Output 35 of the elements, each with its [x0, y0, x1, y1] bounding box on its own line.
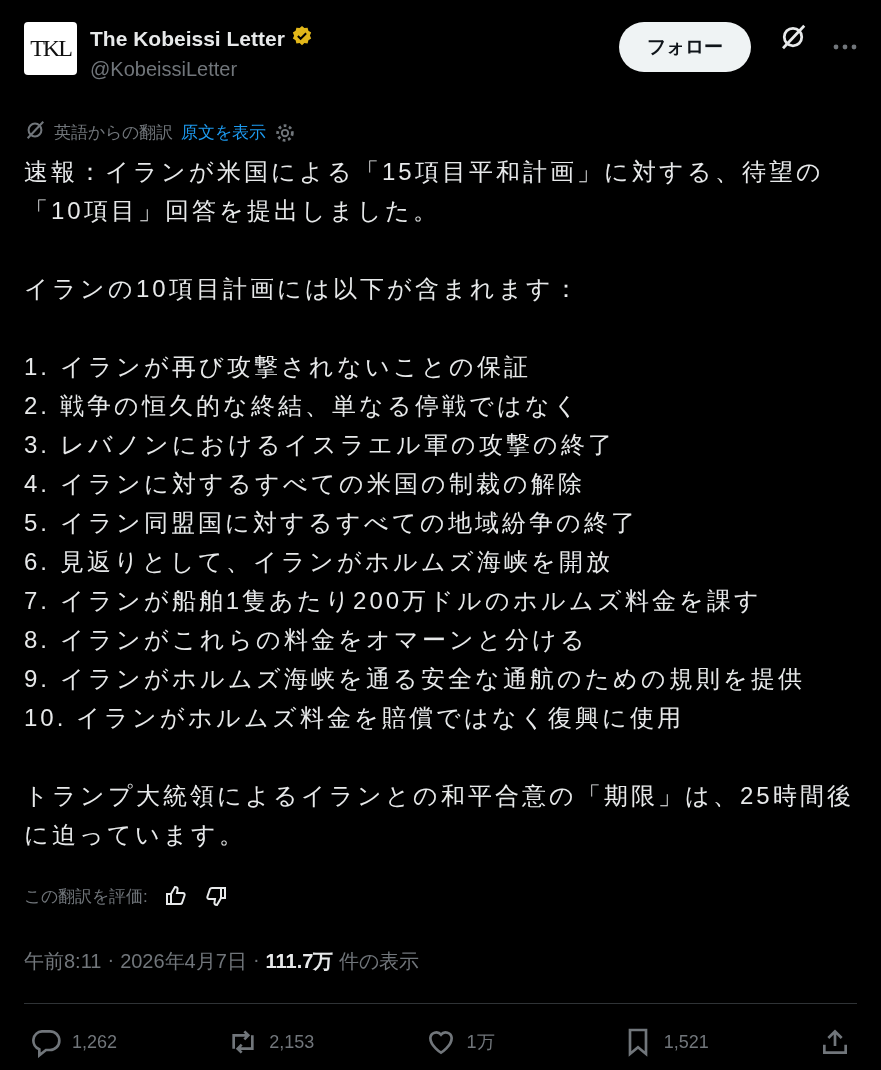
post-date: 2026年4月7日: [120, 949, 247, 974]
separator-dot: ·: [107, 948, 115, 972]
tweet-text: イランの10項目計画には以下が含まれます：: [24, 274, 582, 304]
list-item-text: 2. 戦争の恒久的な終結、単なる停戦ではなく: [24, 391, 582, 421]
action-count: 1,262: [72, 1031, 118, 1053]
action-count: 2,153: [269, 1031, 315, 1053]
translation-label: 英語からの翻訳: [54, 122, 173, 144]
show-original-link[interactable]: 原文を表示: [181, 121, 266, 144]
list-item-text: 3. レバノンにおけるイスラエル軍の攻撃の終了: [24, 430, 616, 460]
avatar-logo[interactable]: TKL: [24, 22, 77, 75]
slash-circle-icon: [24, 119, 46, 141]
thumbs-up-icon[interactable]: [163, 884, 188, 908]
follow-button[interactable]: フォロー: [619, 22, 751, 72]
author-name[interactable]: The Kobeissi Letter: [90, 26, 285, 51]
list-item-text: 7. イランが船舶1隻あたり200万ドルのホルムズ料金を課す: [24, 586, 764, 616]
post-time[interactable]: 午前8:11: [24, 948, 102, 975]
list-item-text: 8. イランがこれらの料金をオマーンと分ける: [24, 625, 589, 655]
list-item-text: 4. イランに対するすべての米国の制裁の解除: [24, 469, 586, 499]
views-label: 件の表示: [339, 949, 420, 974]
list-item-text: 9. イランがホルムズ海峡を通る安全な通航のための規則を提供: [24, 664, 806, 694]
tweet-text: 速報：イランが米国による「15項目平和計画」に対する、待望の「10項目」回答を提出しました。: [24, 157, 825, 226]
list-item-text: 6. 見返りとして、イランがホルムズ海峡を開放: [24, 547, 614, 577]
rating-label: この翻訳を評価:: [24, 885, 148, 908]
action-count: 1万: [466, 1031, 495, 1054]
separator-dot: ·: [252, 948, 260, 972]
more-icon[interactable]: [833, 44, 857, 50]
list-item-text: 5. イラン同盟国に対するすべての地域紛争の終了: [24, 508, 639, 538]
list-item-text: 10. イランがホルムズ料金を賠償ではなく復興に使用: [24, 703, 686, 733]
thumbs-down-icon[interactable]: [203, 884, 228, 908]
tweet-text: トランプ大統領によるイランとの和平合意の「期限」は、25時間後に迫っています。: [24, 781, 855, 850]
author-handle[interactable]: @KobeissiLetter: [90, 58, 606, 81]
settings-icon[interactable]: [274, 121, 296, 144]
list-item-text: 1. イランが再び攻撃されないことの保証: [24, 352, 532, 382]
action-count: 1,521: [663, 1031, 709, 1053]
view-count: 111.7万: [265, 949, 334, 974]
